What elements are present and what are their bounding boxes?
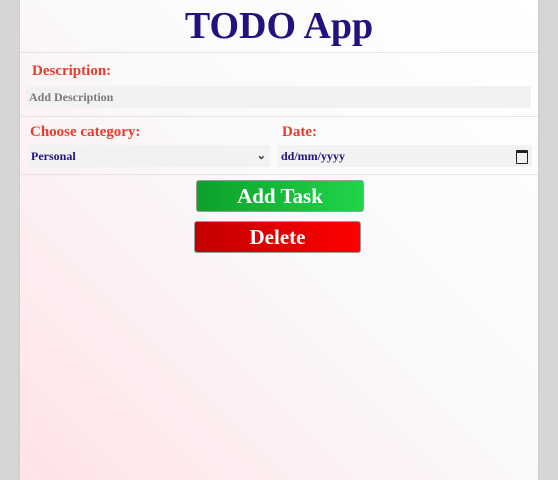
divider [20,116,538,117]
date-input[interactable]: dd/mm/yyyy [278,145,532,167]
category-select-value: Personal [31,149,76,163]
date-label: Date: [282,124,317,140]
divider [20,52,538,53]
divider [20,174,538,175]
add-task-button[interactable]: Add Task [196,180,364,212]
category-select[interactable]: Personal ⌄ [28,145,270,167]
calendar-icon[interactable] [516,150,528,164]
category-label: Choose category: [30,124,141,140]
delete-button[interactable]: Delete [194,221,361,253]
date-input-placeholder: dd/mm/yyyy [281,149,346,163]
page-title: TODO App [184,5,374,47]
chevron-down-icon: ⌄ [256,150,266,162]
description-input[interactable] [26,86,531,108]
todo-app-container: TODO App Description: Choose category: D… [20,0,538,480]
description-label: Description: [32,63,112,79]
